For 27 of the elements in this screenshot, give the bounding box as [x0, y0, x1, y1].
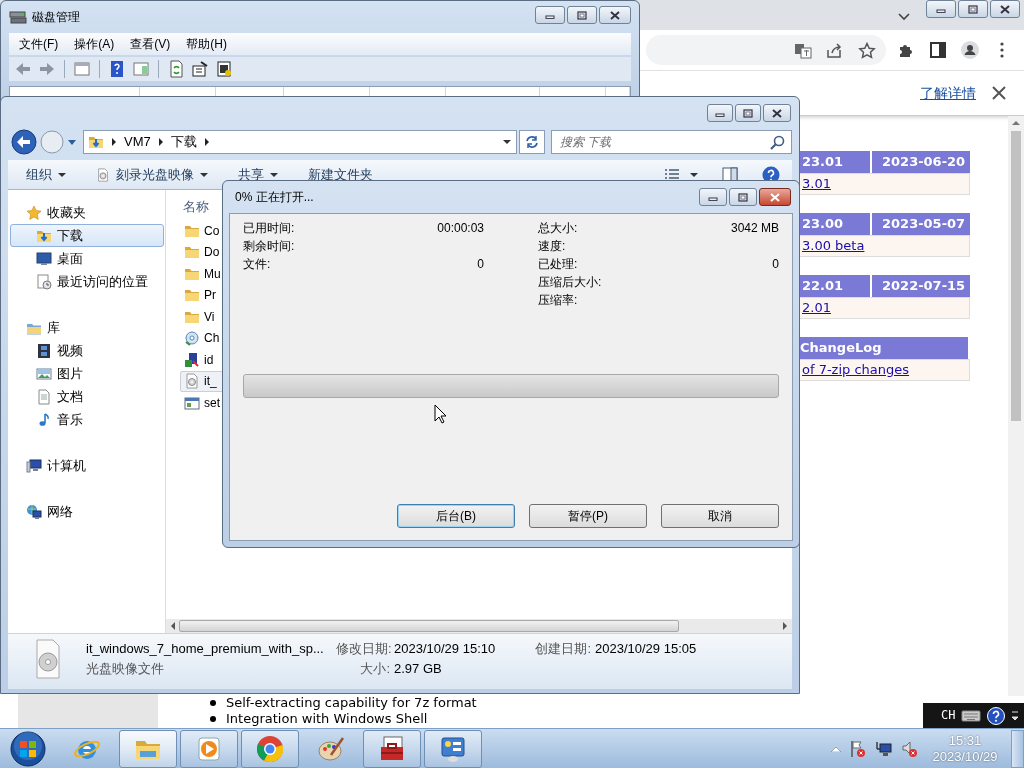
field-label: 创建日期:	[535, 641, 591, 658]
stat-label: 速度:	[538, 239, 566, 255]
feature-text: Self-extracting capability for 7z format	[226, 695, 477, 711]
stat-label: 压缩后大小:	[538, 275, 602, 291]
stat-label: 压缩率:	[538, 293, 578, 309]
stat-value: 0	[477, 257, 484, 273]
stat-value: 3042 MB	[730, 221, 779, 237]
stat-value: 0	[772, 257, 779, 273]
field-value: 2023/10/29 15:10	[394, 641, 497, 658]
window-title: 磁盘管理	[32, 9, 80, 25]
date-header: 2023-05-07	[872, 213, 970, 235]
field-value: 2023/10/29 15:05	[595, 641, 697, 658]
stat-label: 文件:	[243, 257, 271, 273]
file-type: 光盘映像文件	[86, 661, 165, 678]
date-header: 2023-06-20	[872, 151, 970, 173]
field-label: 大小:	[359, 661, 390, 678]
date-header: 2022-07-15	[872, 275, 970, 297]
feature-text: Integration with Windows Shell	[226, 711, 428, 727]
stat-label: 已处理:	[538, 257, 578, 273]
field-label: 修改日期:	[336, 641, 390, 658]
stat-label: 总大小:	[538, 221, 578, 237]
field-value: 2.97 GB	[394, 661, 443, 678]
window-title: 0% 正在打开...	[235, 189, 314, 205]
stat-label: 剩余时间:	[243, 239, 295, 255]
stat-value: 00:00:03	[437, 221, 484, 237]
stat-label: 已用时间:	[243, 221, 295, 237]
file-name: it_windows_7_home_premium_with_sp...	[86, 641, 325, 658]
